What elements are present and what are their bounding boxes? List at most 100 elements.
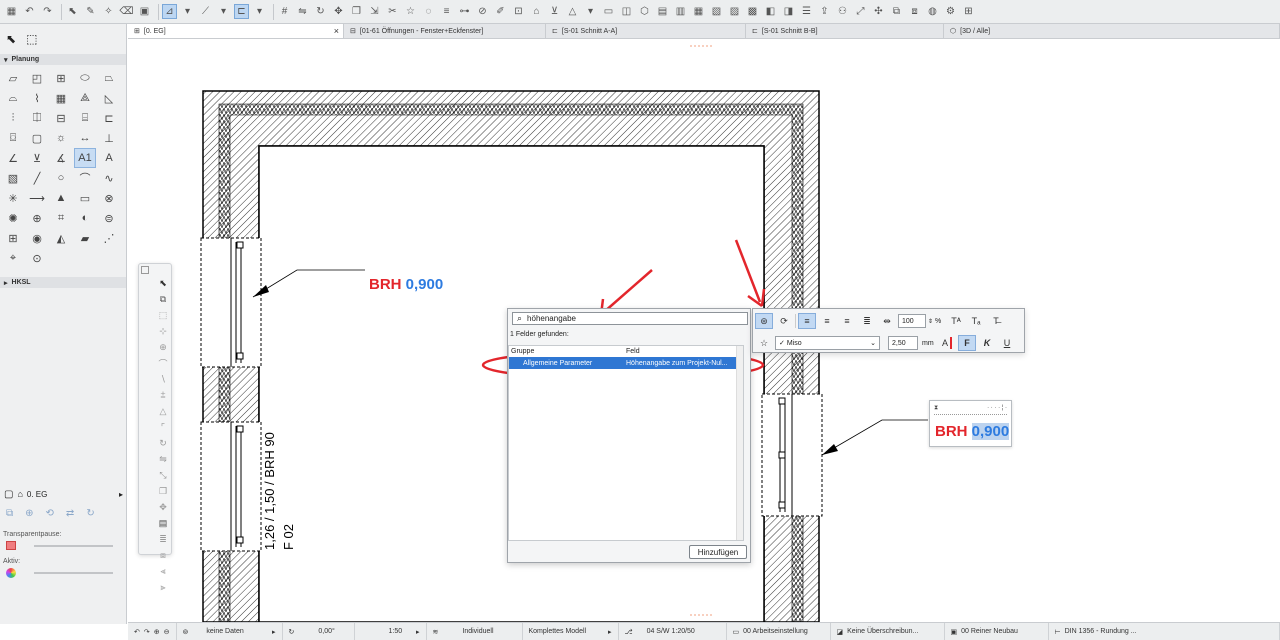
story-selector[interactable]: ▢ ⌂ 0. EG ▸ bbox=[0, 486, 127, 502]
model-status[interactable]: Komplettes Modell ▸ bbox=[523, 623, 619, 640]
elevation-icon[interactable]: ▥ bbox=[673, 4, 688, 19]
cube-icon[interactable]: ▣ bbox=[137, 4, 152, 19]
grid-element-icon[interactable]: ⌖ bbox=[2, 248, 24, 268]
section-tool-icon[interactable]: ⊗ bbox=[98, 188, 120, 208]
tab-floor-plan[interactable]: ⊞ [0. EG] × bbox=[128, 24, 344, 38]
window-icon[interactable]: ⊡ bbox=[511, 4, 526, 19]
tag-icon[interactable]: ⌂ bbox=[529, 4, 544, 19]
arrow-select-icon[interactable]: ⬉ bbox=[6, 32, 16, 46]
align-icon[interactable]: ⫷ bbox=[154, 564, 172, 578]
field-search-input[interactable]: ⌕ höhenangabe bbox=[512, 312, 748, 325]
schedule-icon[interactable]: ☰ bbox=[799, 4, 814, 19]
redo-icon[interactable]: ↷ bbox=[40, 4, 55, 19]
nav-icon[interactable]: ◭ bbox=[50, 228, 72, 248]
superscript-icon[interactable]: Tᴬ bbox=[947, 313, 965, 329]
worksheet-tool-icon[interactable]: ⌗ bbox=[50, 208, 72, 228]
add-field-button[interactable]: Hinzufügen bbox=[689, 545, 747, 559]
multiply-icon[interactable]: ⧈ bbox=[154, 548, 172, 562]
width-factor-icon[interactable]: ⇹ bbox=[878, 313, 896, 329]
settings-icon[interactable]: ⚙ bbox=[943, 4, 958, 19]
reference-icon[interactable]: ⟲ bbox=[46, 508, 54, 519]
label-edit-box[interactable]: ⧗ · · · · ¦ · BRH 0,900 bbox=[929, 400, 1012, 447]
spline-icon[interactable]: ∿ bbox=[98, 168, 120, 188]
text-tool-icon[interactable]: A bbox=[98, 148, 120, 168]
render-icon[interactable]: ◧ bbox=[763, 4, 778, 19]
brush-icon[interactable]: ✐ bbox=[493, 4, 508, 19]
dropdown-icon[interactable]: ▾ bbox=[180, 4, 195, 19]
detail-icon[interactable]: ▦ bbox=[691, 4, 706, 19]
interior-elevation-icon[interactable]: ⊕ bbox=[26, 208, 48, 228]
section-header-planung[interactable]: ▾ Planung bbox=[0, 54, 126, 65]
elevation-tool-icon[interactable]: ✺ bbox=[2, 208, 24, 228]
triangle-icon[interactable]: △ bbox=[154, 404, 172, 418]
dropdown-icon[interactable]: ▾ bbox=[252, 4, 267, 19]
insert-autotext-icon[interactable]: ⊛ bbox=[755, 313, 773, 329]
ramp-icon[interactable]: ⋰ bbox=[98, 228, 120, 248]
stair-icon[interactable]: ⌇ bbox=[26, 88, 48, 108]
merge-icon[interactable]: ⩲ bbox=[154, 388, 172, 402]
palette-icon[interactable]: ◍ bbox=[925, 4, 940, 19]
result-row[interactable]: Allgemeine Parameter Höhenangabe zum Pro… bbox=[509, 357, 743, 369]
refresh-icon[interactable]: ↻ bbox=[86, 508, 94, 519]
pen-status[interactable]: ⎇ 04 S/W 1:20/50 bbox=[619, 623, 727, 640]
transparency-slider[interactable] bbox=[4, 540, 123, 552]
tab-section-aa[interactable]: ⊏ [S-01 Schnitt A-A] bbox=[546, 24, 746, 38]
elevation-dimension-icon[interactable]: ⊻ bbox=[26, 148, 48, 168]
close-icon[interactable] bbox=[141, 266, 149, 274]
triangle-icon[interactable]: △ bbox=[565, 4, 580, 19]
layout-book-icon[interactable]: ▩ bbox=[745, 4, 760, 19]
pen-icon[interactable]: ✎ bbox=[83, 4, 98, 19]
railing-icon[interactable]: ⫶ bbox=[2, 108, 24, 128]
skylight-icon[interactable]: ⌸ bbox=[74, 108, 96, 128]
active-slider[interactable] bbox=[4, 567, 123, 579]
roof-icon[interactable]: ⏢ bbox=[98, 68, 120, 88]
chat-icon[interactable]: ◌ bbox=[421, 4, 436, 19]
library-icon[interactable]: ◉ bbox=[26, 228, 48, 248]
object-icon[interactable]: ⌼ bbox=[2, 128, 24, 148]
mirror-icon[interactable]: ⇋ bbox=[295, 4, 310, 19]
navigate-icon[interactable]: ✣ bbox=[871, 4, 886, 19]
font-select[interactable]: ✓ Miso ⌄ bbox=[775, 336, 880, 350]
guide-line-icon[interactable]: ⟋ bbox=[198, 4, 213, 19]
camera-tool-icon[interactable]: ⊜ bbox=[98, 208, 120, 228]
favorite-icon[interactable]: ☆ bbox=[403, 4, 418, 19]
edit-icon[interactable]: ⧉ bbox=[154, 292, 172, 306]
document-icon[interactable]: ▨ bbox=[727, 4, 742, 19]
section-view-icon[interactable]: ▤ bbox=[655, 4, 670, 19]
grid-tool-icon[interactable]: ⊞ bbox=[2, 228, 24, 248]
refresh-text-icon[interactable]: ⟳ bbox=[775, 313, 793, 329]
level-dimension-icon[interactable]: ⊥ bbox=[98, 128, 120, 148]
font-size-input[interactable]: 2,50 bbox=[888, 336, 918, 350]
resize-icon[interactable]: ⤡ bbox=[154, 468, 172, 482]
curtain-wall-icon[interactable]: ▦ bbox=[50, 88, 72, 108]
renovation-status[interactable]: ▣ 00 Reiner Neubau bbox=[945, 623, 1049, 640]
slab-icon[interactable]: ⬭ bbox=[74, 68, 96, 88]
dimension-status[interactable]: ⊢ DIN 1356 - Rundung ... bbox=[1049, 623, 1280, 640]
align-right-icon[interactable]: ≡ bbox=[838, 313, 856, 329]
plan-icon[interactable]: ▭ bbox=[601, 4, 616, 19]
split-icon[interactable]: ✂ bbox=[385, 4, 400, 19]
insert-node-icon[interactable]: ⊕ bbox=[154, 340, 172, 354]
undo-icon[interactable]: ↶ bbox=[22, 4, 37, 19]
compare-icon[interactable]: ⧈ bbox=[907, 4, 922, 19]
close-icon[interactable]: × bbox=[334, 26, 339, 36]
override-status[interactable]: ◪ Keine Überschreibun... bbox=[831, 623, 945, 640]
filter-icon[interactable]: ⊻ bbox=[547, 4, 562, 19]
fill-icon[interactable]: ▧ bbox=[2, 168, 24, 188]
stack-icon[interactable]: ▤ bbox=[154, 516, 172, 530]
zoom-fit-icon[interactable]: ⤢ bbox=[853, 4, 868, 19]
subscript-icon[interactable]: Tₐ bbox=[967, 313, 985, 329]
photo-icon[interactable]: ◨ bbox=[781, 4, 796, 19]
corner-window-icon[interactable]: ⊏ bbox=[98, 108, 120, 128]
polyline-icon[interactable]: ⌒ bbox=[74, 168, 96, 188]
pointer-icon[interactable]: ⬉ bbox=[65, 4, 80, 19]
brh-value-selected[interactable]: 0,900 bbox=[971, 423, 1010, 440]
undo-status[interactable]: ↶ ↷ ⊕ ⊖ bbox=[128, 623, 177, 640]
list-scrollbar[interactable] bbox=[736, 346, 743, 540]
favorites-icon[interactable]: ☆ bbox=[755, 335, 773, 351]
drag-icon[interactable]: ✥ bbox=[154, 500, 172, 514]
trace-icon[interactable]: ⧉ bbox=[6, 508, 13, 519]
rotate-icon[interactable]: ↻ bbox=[313, 4, 328, 19]
split-icon[interactable]: ∖ bbox=[154, 372, 172, 386]
arrow-select-icon[interactable]: ⬉ bbox=[154, 276, 172, 290]
